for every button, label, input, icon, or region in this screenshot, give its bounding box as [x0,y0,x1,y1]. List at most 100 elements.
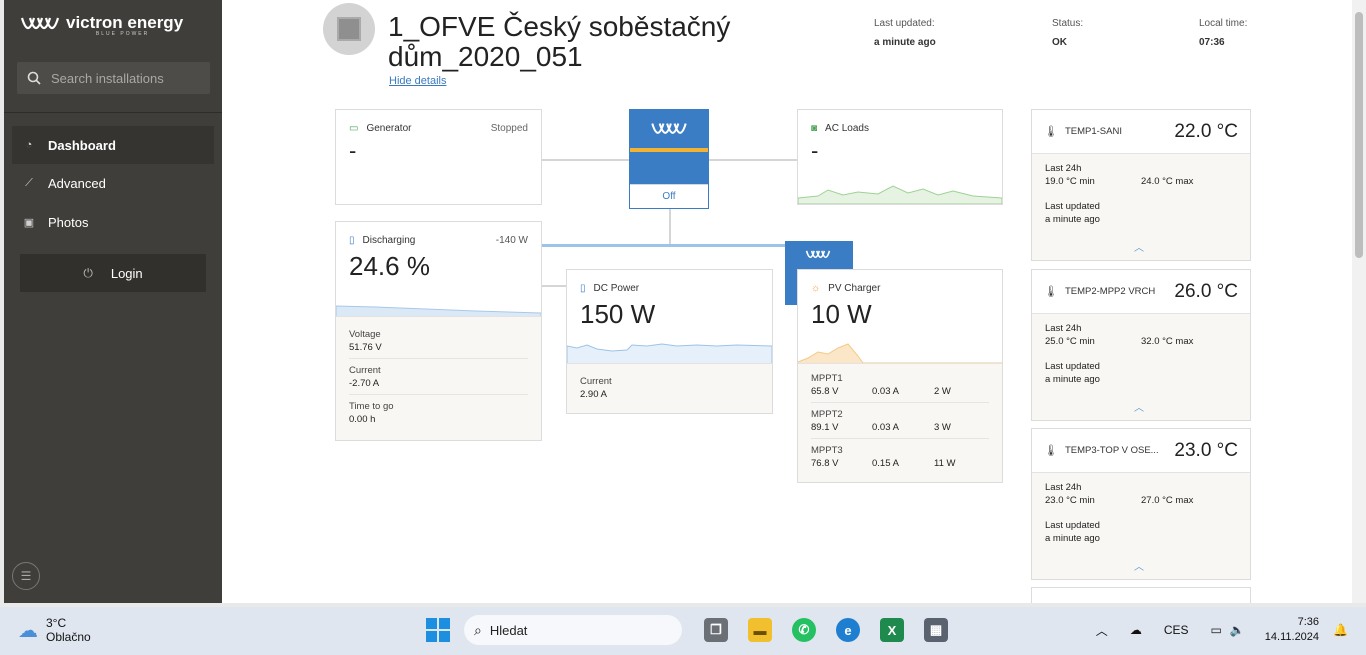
task-view-icon[interactable]: ❐ [704,618,728,642]
temp-min: 23.0 °C min [1045,495,1095,506]
weather-temp: 3°C [46,616,67,630]
pv-charger-sparkline [798,343,1002,364]
last-updated-value: a minute ago [1045,374,1100,385]
volume-icon[interactable]: 🔈 [1230,623,1245,637]
inverter-card[interactable]: Off [629,109,709,209]
thermometer-icon: 🌡 [1044,445,1058,457]
status-label: Status: [1052,18,1084,29]
local-time-meta: Local time: 07:36 [1199,18,1247,48]
temp-value: 23.0 °C [1174,439,1238,461]
weather-widget[interactable]: ☁ 3°C Oblačno [18,616,91,644]
notification-bell-icon[interactable]: 🔔 [1333,623,1348,637]
calculator-icon[interactable]: ▦ [924,618,948,642]
advanced-icon: ⟋ [25,176,33,189]
status-value: OK [1052,37,1067,48]
pv-charger-card[interactable]: ☼ PV Charger 10 W MPPT1 65.8 V 0.03 A 2 W M… [797,269,1003,483]
dashboard-icon: ◔ [25,139,33,151]
brand-logo[interactable]: victron energy BLUE POWER [18,12,183,40]
whatsapp-icon[interactable]: ✆ [792,618,816,642]
detail-label: Current [580,376,612,387]
temp-max: 32.0 °C max [1141,336,1194,347]
temp-sensor-card[interactable]: 🌡 TEMP3-TOP V OSE... 23.0 °C Last 24h 23.… [1031,428,1251,580]
detail-label: Voltage [349,329,381,340]
pv-charger-title: PV Charger [828,283,881,294]
last-updated-value: a minute ago [1045,214,1100,225]
temp-sensor-card[interactable] [1031,587,1251,603]
sidebar-item-label: Dashboard [48,137,116,153]
chevron-up-icon[interactable]: ︿ [1134,239,1144,254]
ac-loads-card[interactable]: ◙ AC Loads - [797,109,1003,205]
pv-charger-value: 10 W [811,299,872,329]
battery-title: Discharging [362,235,416,246]
windows-taskbar: ☁ 3°C Oblačno ⌕ Hledat ❐ ▬ ✆ e X ▦ ︿ ☁ C… [0,607,1366,655]
temp-max: 27.0 °C max [1141,495,1194,506]
detail-value: 2.90 A [580,389,607,400]
connector-line [669,209,671,245]
taskbar-search[interactable]: ⌕ Hledat [464,615,682,645]
onedrive-icon[interactable]: ☁ [1130,623,1142,637]
sun-icon: ☼ [811,283,821,294]
temp-sensor-name: TEMP1-SANI [1064,126,1122,137]
temp-value: 26.0 °C [1174,280,1238,302]
generator-card[interactable]: ▭ Generator Stopped - [335,109,542,205]
last-updated-label: Last updated [1045,520,1100,531]
temp-sensor-card[interactable]: 🌡 TEMP1-SANI 22.0 °C Last 24h 19.0 °C min… [1031,109,1251,261]
sidebar-toggle-button[interactable]: ☰ [12,562,40,590]
search-installations-input[interactable]: Search installations [17,62,210,94]
taskbar-search-label: Hledat [489,622,528,638]
sidebar-divider [4,112,222,113]
battery-power: -140 W [495,235,528,246]
mppt-voltage: 76.8 V [811,458,839,469]
search-placeholder: Search installations [51,70,164,86]
mppt-name: MPPT2 [811,409,843,420]
sidebar-item-photos[interactable]: ▣ Photos [12,203,214,241]
temp-min: 25.0 °C min [1045,336,1095,347]
chevron-up-icon[interactable]: ︿ [1134,399,1144,414]
dc-power-details: Current 2.90 A [567,363,772,413]
mppt-name: MPPT1 [811,373,843,384]
battery-soc: 24.6 % [349,251,430,281]
language-indicator[interactable]: CES [1164,623,1189,637]
sidebar-item-advanced[interactable]: ⟋ Advanced [12,164,214,202]
last-updated-meta: Last updated: a minute ago [874,18,936,48]
temp-min: 19.0 °C min [1045,176,1095,187]
inverter-state: Off [630,184,708,208]
list-icon: ☰ [20,569,32,583]
scrollbar-thumb[interactable] [1355,12,1363,258]
network-icon[interactable]: ▭ [1211,623,1222,637]
detail-label: Time to go [349,401,394,412]
local-time-value: 07:36 [1199,37,1225,48]
last-updated-label: Last updated [1045,361,1100,372]
dc-power-sparkline [567,343,772,364]
mppt-voltage: 65.8 V [811,386,839,397]
edge-browser-icon[interactable]: e [836,618,860,642]
login-button[interactable]: ⏻ Login [20,254,206,292]
sidebar-item-dashboard[interactable]: ◔ Dashboard [12,126,214,164]
mppt3-row: MPPT3 76.8 V 0.15 A 11 W [811,439,989,474]
last-24h-label: Last 24h [1045,323,1082,334]
taskbar-clock[interactable]: 7:36 14.11.2024 [1265,615,1319,645]
mppt-power: 2 W [934,386,951,397]
local-time-label: Local time: [1199,18,1248,29]
main-content: 1_OFVE Český soběstačný dům_2020_051 Hid… [222,0,1352,603]
installation-image-icon [337,17,361,41]
page-scrollbar[interactable] [1352,0,1366,603]
battery-icon: ▯ [349,235,355,246]
windows-start-icon[interactable] [426,618,450,642]
file-explorer-icon[interactable]: ▬ [748,618,772,642]
hide-details-link[interactable]: Hide details [389,75,446,87]
mppt-current: 0.03 A [872,422,899,433]
search-icon: ⌕ [474,621,482,638]
dc-power-card[interactable]: ▯ DC Power 150 W Current 2.90 A [566,269,773,414]
excel-icon[interactable]: X [880,618,904,642]
weather-desc: Oblačno [46,630,91,644]
mppt-current: 0.03 A [872,386,899,397]
temp-value: 22.0 °C [1174,120,1238,142]
chevron-up-icon[interactable]: ︿ [1134,558,1144,573]
cloud-icon: ☁ [18,619,38,642]
battery-card[interactable]: ▯ Discharging -140 W 24.6 % Voltage 51.76 … [335,221,542,441]
pv-charger-details: MPPT1 65.8 V 0.03 A 2 W MPPT2 89.1 V 0.03 A… [798,363,1002,482]
search-icon [27,71,41,85]
temp-sensor-card[interactable]: 🌡 TEMP2-MPP2 VRCH 26.0 °C Last 24h 25.0 °… [1031,269,1251,421]
chevron-up-icon[interactable]: ︿ [1096,622,1108,639]
